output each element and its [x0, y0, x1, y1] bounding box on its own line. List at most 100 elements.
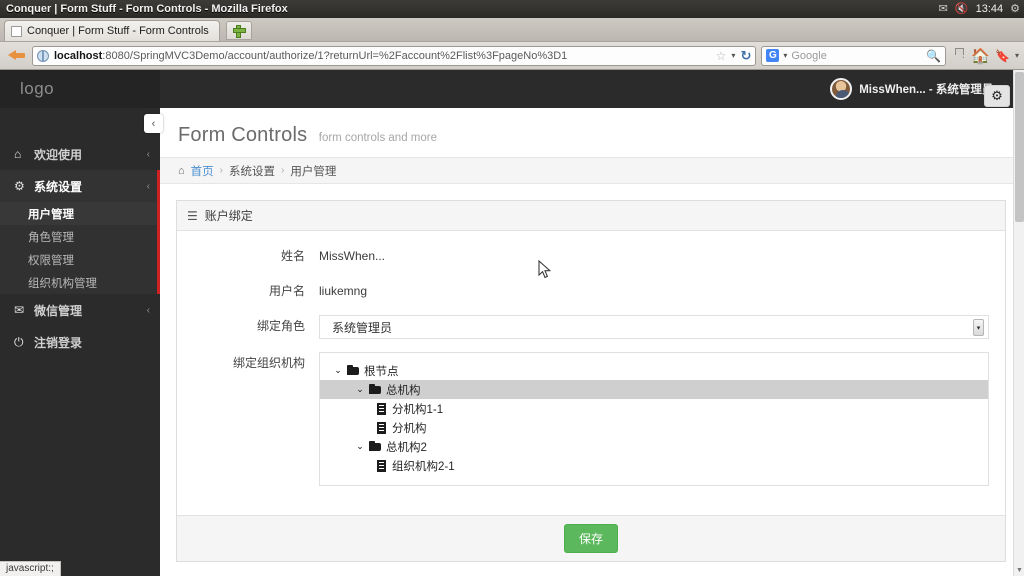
window-title: Conquer | Form Stuff - Form Controls - M…	[6, 3, 288, 15]
tree-node-label: 分机构1-1	[392, 403, 444, 416]
tree-node-label: 组织机构2-1	[392, 460, 455, 473]
power-icon: ⏻	[14, 334, 24, 349]
downloads-icon[interactable]	[951, 47, 966, 64]
tree-node-label: 总机构2	[386, 441, 427, 454]
user-name-label: MissWhen... - 系统管理员	[859, 84, 994, 96]
panel-footer: 保存	[177, 515, 1005, 561]
envelope-icon[interactable]: ✉	[939, 0, 948, 18]
toolbar-overflow-icon[interactable]: ▾	[1015, 51, 1019, 60]
sidebar-item-welcome[interactable]: ⌂ 欢迎使用 ‹	[0, 138, 160, 170]
back-button[interactable]	[5, 46, 27, 66]
google-icon[interactable]: G	[766, 49, 780, 62]
avatar	[830, 78, 853, 100]
account-binding-panel: ☰ 账户绑定 姓名 MissWhen... 用户名 liukemng 绑定角色 …	[176, 200, 1006, 562]
role-select-area: 系统管理员 ▾	[319, 315, 989, 339]
form-row-username: 用户名 liukemng	[189, 280, 993, 302]
tree-node[interactable]: ⌄ 总机构	[320, 380, 988, 399]
navigation-toolbar: localhost:8080/SpringMVC3Demo/account/au…	[0, 42, 1024, 69]
tree-node[interactable]: 分机构1-1	[320, 399, 988, 418]
chevron-down-icon[interactable]: ▾	[731, 51, 735, 60]
role-select-value: 系统管理员	[332, 320, 393, 335]
page-subtitle: form controls and more	[318, 132, 437, 144]
sidebar-item-permission-management[interactable]: 权限管理	[0, 248, 160, 271]
chevron-down-icon[interactable]: ⌄	[332, 365, 344, 376]
list-icon: ☰	[187, 208, 198, 223]
page-scrollbar[interactable]: ▲ ▼	[1013, 70, 1024, 576]
sidebar-item-label: 系统设置	[34, 179, 83, 194]
tree-node[interactable]: 组织机构2-1	[320, 456, 988, 475]
search-input[interactable]: Google	[791, 50, 826, 62]
tab-label: Conquer | Form Stuff - Form Controls	[27, 25, 209, 37]
star-icon[interactable]: ☆	[716, 49, 727, 63]
new-tab-button[interactable]	[225, 21, 252, 40]
browser-chrome: Conquer | Form Stuff - Form Controls loc…	[0, 18, 1024, 70]
scroll-down-arrow[interactable]: ▼	[1014, 565, 1024, 576]
sidebar-item-system-settings[interactable]: ⚙ 系统设置 ‹	[0, 170, 160, 202]
page-settings-button[interactable]: ⚙	[984, 85, 1010, 107]
breadcrumb-item-home[interactable]: 首页	[191, 163, 214, 179]
panel-title: 账户绑定	[204, 209, 253, 223]
search-bar[interactable]: G ▾ Google 🔍	[761, 45, 947, 66]
chevron-left-icon: ‹	[146, 148, 150, 160]
role-select[interactable]: 系统管理员 ▾	[319, 315, 989, 339]
panel-header: ☰ 账户绑定	[177, 201, 1005, 231]
name-label: 姓名	[280, 249, 305, 263]
chevron-left-icon: ‹	[146, 180, 150, 192]
chevron-down-icon[interactable]: ▾	[973, 319, 984, 336]
sidebar-item-role-management[interactable]: 角色管理	[0, 225, 160, 248]
volume-muted-icon[interactable]: 🔇	[955, 0, 969, 18]
tree-node[interactable]: 分机构	[320, 418, 988, 437]
bookmarks-icon[interactable]: 🔖	[995, 49, 1010, 63]
folder-icon	[369, 384, 383, 395]
browser-status-text: javascript:;	[0, 561, 61, 576]
system-clock[interactable]: 13:44	[976, 3, 1004, 15]
sidebar-nav: ⌂ 欢迎使用 ‹ ⚙ 系统设置 ‹ 用户管理 角色管理 权限管理 组织机构管理 …	[0, 108, 160, 358]
form-row-organization: 绑定组织机构 ⌄ 根节点 ⌄ 总机构 分机构1-1 分机构 ⌄ 总机构2 组织机…	[189, 352, 993, 486]
url-text: localhost:8080/SpringMVC3Demo/account/au…	[54, 50, 567, 62]
chevron-down-icon[interactable]: ▾	[783, 51, 787, 60]
app-logo[interactable]: logo	[0, 70, 160, 108]
name-value: MissWhen...	[319, 249, 386, 263]
save-button[interactable]: 保存	[563, 524, 618, 553]
sidebar-item-wechat-management[interactable]: ✉ 微信管理 ‹	[0, 294, 160, 326]
sidebar-item-label: 欢迎使用	[34, 147, 83, 162]
top-bar: MissWhen... - 系统管理员 ⌄	[160, 70, 1024, 108]
form-row-name: 姓名 MissWhen...	[189, 245, 993, 267]
breadcrumb-separator: ›	[219, 165, 223, 176]
address-bar[interactable]: localhost:8080/SpringMVC3Demo/account/au…	[32, 45, 757, 66]
tree-node-label: 总机构	[386, 384, 421, 397]
tree-node[interactable]: ⌄ 根节点	[320, 361, 988, 380]
system-tray: ✉ 🔇 13:44 ⚙	[939, 0, 1020, 18]
folder-icon	[369, 441, 383, 452]
role-label: 绑定角色	[256, 319, 305, 333]
chevron-down-icon[interactable]: ⌄	[354, 441, 366, 452]
page-header: Form Controls form controls and more	[160, 108, 1024, 157]
username-label: 用户名	[268, 284, 305, 298]
search-icon[interactable]: 🔍	[926, 49, 941, 63]
sidebar-collapse-toggle[interactable]: ‹	[144, 114, 163, 133]
form-row-role: 绑定角色 系统管理员 ▾	[189, 315, 993, 339]
url-host: localhost	[54, 49, 103, 62]
scrollbar-thumb[interactable]	[1015, 72, 1024, 222]
main-content: MissWhen... - 系统管理员 ⌄ Form Controls form…	[160, 70, 1024, 576]
chevron-left-icon: ‹	[146, 304, 150, 316]
sidebar-item-logout[interactable]: ⏻ 注销登录	[0, 326, 160, 358]
home-icon: ⌂	[178, 164, 185, 177]
sidebar: logo ⌂ 欢迎使用 ‹ ⚙ 系统设置 ‹ 用户管理 角色管理 权限管理 组织…	[0, 70, 160, 576]
breadcrumb-item-settings[interactable]: 系统设置	[229, 163, 275, 179]
home-icon[interactable]: 🏠	[971, 47, 990, 65]
chevron-down-icon[interactable]: ⌄	[354, 384, 366, 395]
sidebar-item-organization-management[interactable]: 组织机构管理	[0, 271, 160, 294]
tab-strip: Conquer | Form Stuff - Form Controls	[0, 18, 1024, 42]
folder-icon	[347, 365, 361, 376]
sidebar-item-user-management[interactable]: 用户管理	[0, 202, 160, 225]
application-viewport: logo ⌂ 欢迎使用 ‹ ⚙ 系统设置 ‹ 用户管理 角色管理 权限管理 组织…	[0, 70, 1024, 576]
page-favicon	[11, 25, 22, 37]
reload-icon[interactable]: ↻	[740, 48, 751, 64]
tree-node[interactable]: ⌄ 总机构2	[320, 437, 988, 456]
gear-icon[interactable]: ⚙	[1010, 0, 1020, 18]
organization-label: 绑定组织机构	[232, 356, 305, 370]
username-value: liukemng	[319, 284, 368, 298]
gear-icon: ⚙	[14, 179, 25, 193]
browser-tab[interactable]: Conquer | Form Stuff - Form Controls	[4, 20, 220, 41]
